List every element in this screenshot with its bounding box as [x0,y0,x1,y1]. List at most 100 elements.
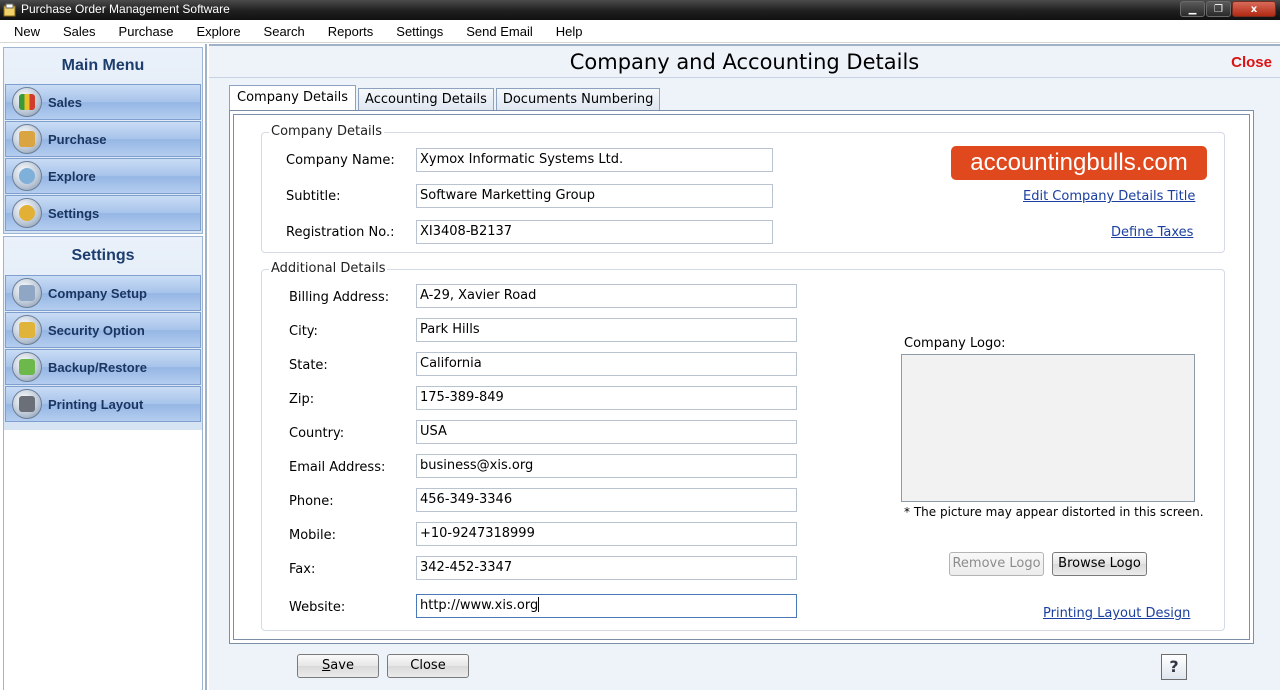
company-logo-preview [901,354,1195,502]
additional-details-legend: Additional Details [269,261,388,276]
menu-send-email[interactable]: Send Email [452,24,541,39]
billing-address-field[interactable]: A-29, Xavier Road [416,284,797,308]
settings-gear-icon [12,198,42,228]
browse-logo-button[interactable]: Browse Logo [1052,552,1147,576]
city-label: City: [289,324,318,339]
close-button[interactable]: Close [387,654,469,678]
sidebar-item-security-option[interactable]: Security Option [5,312,201,348]
save-button[interactable]: Save [297,654,379,678]
menu-settings[interactable]: Settings [382,24,452,39]
main-menu-panel: Main Menu Sales Purchase Explore Setting… [3,47,203,234]
title-divider [209,77,1280,78]
window-close-button[interactable]: x [1232,1,1276,17]
state-label: State: [289,358,328,373]
phone-label: Phone: [289,494,334,509]
help-icon[interactable]: ? [1161,654,1187,680]
tab-documents-numbering[interactable]: Documents Numbering [495,88,661,110]
sidebar-item-label: Explore [48,168,96,184]
close-icon: x [1250,3,1258,15]
billing-address-label: Billing Address: [289,290,390,305]
registration-no-label: Registration No.: [286,225,395,240]
phone-field[interactable]: 456-349-3346 [416,488,797,512]
printer-icon [12,389,42,419]
settings-panel: Settings Company Setup Security Option B… [3,236,203,690]
mobile-label: Mobile: [289,528,337,543]
menu-help[interactable]: Help [542,24,592,39]
close-link[interactable]: Close [1231,54,1272,71]
printing-layout-design-link[interactable]: Printing Layout Design [1043,606,1190,621]
define-taxes-link[interactable]: Define Taxes [1111,225,1193,240]
minimize-button[interactable]: ▁ [1180,1,1205,17]
menu-purchase[interactable]: Purchase [105,24,183,39]
sidebar-item-label: Sales [48,94,82,110]
backup-icon [12,352,42,382]
tab-strip: Company Details Accounting Details Docum… [229,84,662,111]
state-field[interactable]: California [416,352,797,376]
city-field[interactable]: Park Hills [416,318,797,342]
brand-logo: accountingbulls.com [951,146,1207,180]
window-title: Purchase Order Management Software [21,2,230,16]
explore-icon [12,161,42,191]
sidebar-item-sales[interactable]: Sales [5,84,201,120]
email-address-field[interactable]: business@xis.org [416,454,797,478]
main-menu-title: Main Menu [61,57,145,74]
subtitle-field[interactable]: Software Marketting Group [416,184,773,208]
menu-reports[interactable]: Reports [314,24,383,39]
subtitle-label: Subtitle: [286,189,341,204]
maximize-button[interactable]: ❐ [1206,1,1231,17]
menu-search[interactable]: Search [250,24,314,39]
additional-details-group: Additional Details Billing Address: A-29… [261,261,1225,631]
zip-label: Zip: [289,392,315,407]
zip-field[interactable]: 175-389-849 [416,386,797,410]
window-title-bar: Purchase Order Management Software ▁ ❐ x [0,0,1280,20]
company-name-label: Company Name: [286,153,395,168]
tab-accounting-details[interactable]: Accounting Details [358,88,494,110]
sidebar: Main Menu Sales Purchase Explore Setting… [0,44,207,690]
country-field[interactable]: USA [416,420,797,444]
settings-title: Settings [71,247,135,264]
main-content: Company and Accounting Details Close Com… [209,44,1280,690]
app-icon [3,3,16,17]
fax-field[interactable]: 342-452-3347 [416,556,797,580]
text-caret [538,597,540,612]
menu-new[interactable]: New [0,24,49,39]
sidebar-item-printing-layout[interactable]: Printing Layout [5,386,201,422]
purchase-box-icon [12,124,42,154]
minimize-icon: ▁ [1188,3,1197,15]
website-field-value: http://www.xis.org [420,598,539,613]
website-field[interactable]: http://www.xis.org [416,594,797,618]
remove-logo-button[interactable]: Remove Logo [949,552,1044,576]
fax-label: Fax: [289,562,316,577]
sidebar-item-label: Backup/Restore [48,359,147,375]
mobile-field[interactable]: +10-9247318999 [416,522,797,546]
email-address-label: Email Address: [289,460,386,475]
sidebar-item-label: Company Setup [48,285,147,301]
sidebar-item-label: Security Option [48,322,145,338]
sidebar-item-label: Purchase [48,131,107,147]
logo-distortion-note: * The picture may appear distorted in th… [904,505,1204,519]
company-logo-label: Company Logo: [904,336,1006,351]
lock-icon [12,315,42,345]
tab-panel-company-details: Company Details Company Name: Xymox Info… [229,110,1254,644]
sidebar-item-settings[interactable]: Settings [5,195,201,231]
sidebar-item-explore[interactable]: Explore [5,158,201,194]
sidebar-item-company-setup[interactable]: Company Setup [5,275,201,311]
maximize-icon: ❐ [1214,3,1223,15]
tab-company-details[interactable]: Company Details [229,85,357,111]
menu-bar: New Sales Purchase Explore Search Report… [0,20,1280,43]
sidebar-item-label: Settings [48,205,100,221]
registration-no-field[interactable]: XI3408-B2137 [416,220,773,244]
country-label: Country: [289,426,345,441]
sidebar-item-backup-restore[interactable]: Backup/Restore [5,349,201,385]
sidebar-item-label: Printing Layout [48,396,144,412]
sales-chart-icon [12,87,42,117]
company-details-group: Company Details Company Name: Xymox Info… [261,124,1225,253]
sidebar-item-purchase[interactable]: Purchase [5,121,201,157]
edit-company-details-title-link[interactable]: Edit Company Details Title [1023,189,1195,204]
company-details-legend: Company Details [269,124,385,139]
company-name-field[interactable]: Xymox Informatic Systems Ltd. [416,148,773,172]
company-setup-icon [12,278,42,308]
menu-explore[interactable]: Explore [182,24,249,39]
menu-sales[interactable]: Sales [49,24,105,39]
website-label: Website: [289,600,346,615]
